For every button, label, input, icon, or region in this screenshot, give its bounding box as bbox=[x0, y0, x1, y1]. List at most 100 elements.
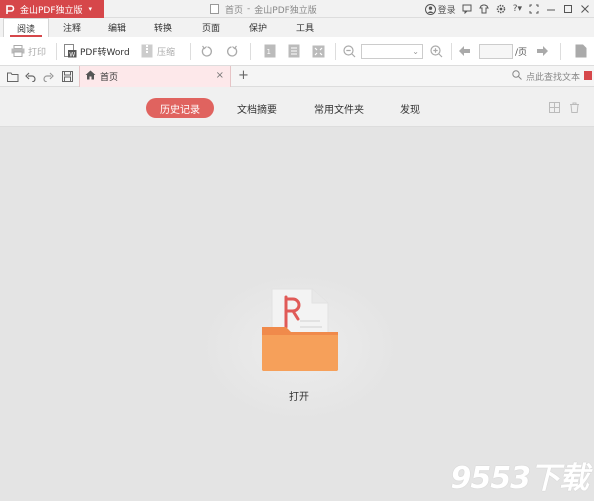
help-label: ? bbox=[512, 4, 518, 14]
rotate-right-icon bbox=[224, 44, 238, 58]
tab-label: 转换 bbox=[153, 24, 172, 34]
tab-label: 注释 bbox=[62, 24, 81, 34]
maximize-icon[interactable] bbox=[562, 4, 573, 15]
find-text-label: 点此查找文本 bbox=[525, 73, 580, 83]
page-unit-label: /页 bbox=[515, 48, 528, 58]
nav-document-summary[interactable]: 文档摘要 bbox=[225, 98, 289, 118]
redo-icon[interactable] bbox=[42, 70, 55, 83]
tab-annotate[interactable]: 注释 bbox=[52, 18, 92, 37]
tab-tools[interactable]: 工具 bbox=[285, 18, 325, 37]
nav-discover[interactable]: 发现 bbox=[390, 98, 430, 118]
toolbar: 打印 W PDF转Word 压缩 1 ⌄ /页 bbox=[0, 37, 594, 66]
help-menu-button[interactable]: ?▾ bbox=[513, 4, 522, 14]
tab-edit[interactable]: 编辑 bbox=[97, 18, 137, 37]
divider bbox=[190, 43, 191, 60]
tab-label: 工具 bbox=[295, 24, 314, 34]
next-page-button[interactable] bbox=[535, 43, 549, 59]
brand-label: 金山PDF独立版 bbox=[20, 5, 83, 16]
print-button[interactable]: 打印 bbox=[11, 43, 46, 59]
side-panel-icon[interactable] bbox=[584, 71, 592, 80]
home-content: 打开 9553下载 bbox=[0, 127, 594, 501]
divider bbox=[250, 43, 251, 60]
divider bbox=[56, 43, 57, 60]
rotate-right-button[interactable] bbox=[224, 43, 238, 59]
rotate-left-icon bbox=[200, 44, 214, 58]
compress-label: 压缩 bbox=[157, 47, 176, 58]
tab-convert[interactable]: 转换 bbox=[143, 18, 183, 37]
nav-label: 发现 bbox=[400, 104, 420, 116]
divider bbox=[451, 43, 452, 60]
rotate-left-button[interactable] bbox=[200, 43, 214, 59]
pdf-to-word-label: PDF转Word bbox=[80, 47, 130, 58]
tab-protect[interactable]: 保护 bbox=[238, 18, 278, 37]
zoom-in-icon bbox=[429, 44, 443, 58]
zoom-select[interactable]: ⌄ bbox=[361, 44, 423, 59]
tab-label: 保护 bbox=[248, 24, 267, 34]
find-text-button[interactable]: 点此查找文本 bbox=[512, 70, 580, 83]
chevron-down-icon: ⌄ bbox=[412, 47, 419, 56]
tab-read[interactable]: 阅读 bbox=[3, 18, 49, 38]
nav-history[interactable]: 历史记录 bbox=[146, 98, 214, 118]
page-number-input[interactable] bbox=[479, 44, 513, 59]
pdf-to-word-icon: W bbox=[63, 44, 77, 58]
tab-home-document[interactable]: 首页 × bbox=[79, 66, 231, 87]
feedback-icon[interactable] bbox=[462, 4, 473, 15]
fit-width-icon bbox=[311, 44, 325, 58]
title-bar: 金山PDF独立版 ▾ 首页 - 金山PDF独立版 登录 ?▾ bbox=[0, 0, 594, 18]
trash-icon[interactable] bbox=[569, 102, 580, 113]
window-title: 首页 - 金山PDF独立版 bbox=[210, 0, 317, 18]
zoom-out-icon bbox=[342, 44, 356, 58]
undo-icon[interactable] bbox=[24, 70, 37, 83]
fit-width-button[interactable] bbox=[311, 43, 325, 59]
pdf-to-word-button[interactable]: W PDF转Word bbox=[63, 43, 130, 59]
user-icon bbox=[424, 3, 436, 15]
search-icon bbox=[512, 70, 522, 83]
open-label: 打开 bbox=[289, 392, 309, 403]
nav-label: 常用文件夹 bbox=[314, 104, 364, 116]
page-view-button[interactable] bbox=[574, 43, 588, 59]
save-icon[interactable] bbox=[61, 70, 74, 83]
nav-label: 历史记录 bbox=[160, 104, 200, 116]
arrow-right-icon bbox=[535, 44, 549, 58]
nav-common-folders[interactable]: 常用文件夹 bbox=[303, 98, 375, 118]
actual-size-button[interactable]: 1 bbox=[263, 43, 277, 59]
site-watermark: 9553下载 bbox=[450, 461, 589, 496]
new-tab-button[interactable]: + bbox=[238, 68, 249, 83]
home-nav-bar: 历史记录 文档摘要 常用文件夹 发现 bbox=[0, 87, 594, 127]
document-tab-bar: 首页 × + 点此查找文本 bbox=[0, 66, 594, 87]
chevron-down-icon: ▾ bbox=[88, 5, 93, 13]
window-title-separator: - bbox=[247, 4, 251, 14]
compress-icon bbox=[140, 44, 154, 58]
login-button[interactable]: 登录 bbox=[424, 3, 456, 16]
window-title-app: 金山PDF独立版 bbox=[254, 5, 317, 16]
skin-icon[interactable] bbox=[479, 4, 490, 15]
actual-size-icon: 1 bbox=[263, 44, 277, 58]
fit-page-icon bbox=[287, 44, 301, 58]
page-icon bbox=[574, 44, 588, 58]
compress-button[interactable]: 压缩 bbox=[140, 43, 175, 59]
previous-page-button[interactable] bbox=[457, 43, 471, 59]
ribbon-tabs: 阅读 注释 编辑 转换 页面 保护 工具 bbox=[0, 18, 594, 38]
close-icon[interactable] bbox=[579, 4, 590, 15]
tab-page[interactable]: 页面 bbox=[191, 18, 231, 37]
tab-label: 页面 bbox=[201, 24, 220, 34]
zoom-in-button[interactable] bbox=[429, 43, 443, 59]
tab-label: 编辑 bbox=[107, 24, 126, 34]
open-folder-icon[interactable] bbox=[6, 70, 19, 83]
fit-page-button[interactable] bbox=[287, 43, 301, 59]
zoom-out-button[interactable] bbox=[342, 43, 356, 59]
window-title-doc: 首页 bbox=[225, 5, 244, 16]
window-controls: 登录 ?▾ bbox=[424, 0, 590, 18]
minimize-icon[interactable] bbox=[545, 4, 556, 15]
open-file-button[interactable] bbox=[260, 277, 340, 372]
brand-menu-button[interactable]: 金山PDF独立版 ▾ bbox=[0, 0, 104, 18]
kingsoft-pdf-logo-icon bbox=[4, 3, 16, 15]
gear-icon[interactable] bbox=[496, 4, 507, 15]
home-icon bbox=[85, 70, 96, 83]
fullscreen-icon[interactable] bbox=[528, 4, 539, 15]
close-tab-icon[interactable]: × bbox=[216, 70, 224, 81]
svg-text:1: 1 bbox=[267, 48, 271, 56]
svg-text:W: W bbox=[69, 51, 75, 58]
grid-view-icon[interactable] bbox=[549, 102, 560, 113]
document-icon bbox=[210, 4, 219, 14]
